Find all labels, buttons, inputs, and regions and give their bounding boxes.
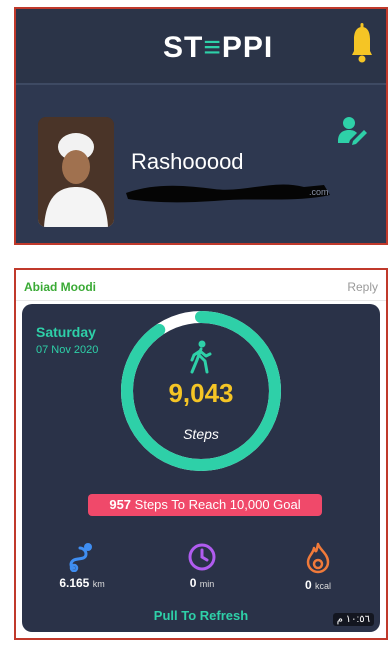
date-label: 07 Nov 2020 [36, 344, 99, 356]
stat-calories: 0 kcal [278, 542, 358, 592]
goal-remaining: 957 [109, 497, 132, 512]
message-card: Abiad Moodi Reply Saturday 07 Nov 2020 9… [14, 268, 388, 640]
app-header: ST≡PPI [16, 9, 386, 83]
app-logo: ST≡PPI [163, 31, 274, 64]
pull-to-refresh[interactable]: Pull To Refresh [22, 608, 380, 623]
message-timestamp: ١٠:٥٦ م [332, 613, 374, 626]
stat-distance: 6.165 km [42, 542, 122, 590]
clock-icon [188, 543, 216, 571]
flame-icon [306, 542, 330, 574]
distance-route-icon [69, 543, 92, 572]
reply-button[interactable]: Reply [347, 280, 378, 294]
profile-section: Rashooood .com [16, 85, 386, 243]
avatar[interactable] [38, 117, 114, 227]
calories-unit: kcal [315, 581, 332, 591]
steps-panel: Saturday 07 Nov 2020 9,043 Steps 957 Ste… [22, 304, 380, 632]
distance-unit: km [92, 579, 105, 589]
profile-card: ST≡PPI Rashooood .com [14, 7, 388, 245]
duration-unit: min [199, 579, 215, 589]
step-label: Steps [183, 426, 219, 442]
day-label: Saturday [36, 324, 96, 340]
bell-icon[interactable] [350, 23, 374, 63]
goal-badge: 957 Steps To Reach 10,000 Goal [88, 494, 322, 516]
distance-value: 6.165 [59, 576, 90, 590]
avatar-photo [38, 117, 114, 227]
username: Rashooood [131, 149, 244, 174]
calories-value: 0 [304, 578, 312, 592]
email-redaction: .com [126, 184, 330, 203]
stat-duration: 0 min [162, 542, 242, 590]
step-count: 9,043 [168, 378, 234, 408]
goal-text: Steps To Reach 10,000 Goal [131, 497, 301, 512]
duration-value: 0 [189, 576, 197, 590]
message-header: Abiad Moodi Reply [16, 270, 386, 301]
sender-name[interactable]: Abiad Moodi [24, 280, 96, 294]
edit-profile-icon[interactable] [338, 115, 368, 145]
email-domain: .com [309, 187, 329, 197]
walking-person-icon [190, 340, 212, 374]
